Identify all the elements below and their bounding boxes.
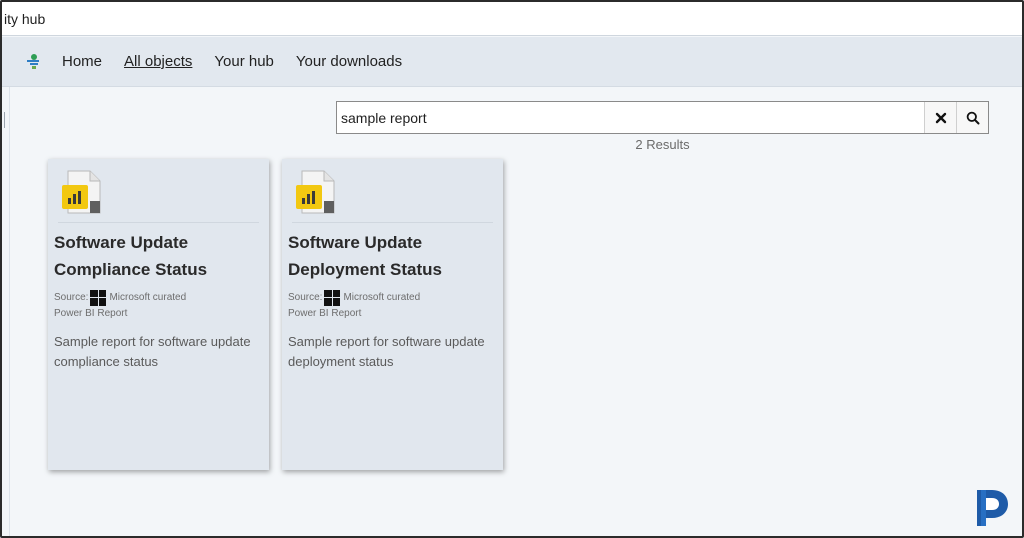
source-label: Source: [54,292,89,303]
power-bi-report-icon [60,169,104,217]
source-label: Source: [288,292,323,303]
nav-your-downloads[interactable]: Your downloads [296,53,402,70]
search-input[interactable] [337,102,924,133]
clear-icon [935,112,946,123]
microsoft-logo-icon [90,289,107,306]
search-icon [966,111,979,124]
card-source: Source: Microsoft curated [288,289,497,306]
search-box [336,101,989,134]
card-description-line: Sample report for software update [288,334,485,349]
results-count: 2 Results [635,137,690,152]
source-value: Microsoft curated [343,292,421,303]
top-nav: Home All objects Your hub Your downloads [2,37,1022,87]
report-card-deployment[interactable]: Software Update Deployment Status Source… [282,159,503,470]
card-title-line: Software Update [288,233,423,252]
app-window: ity hub Home All objects Your hub Your d… [0,0,1024,538]
source-value: Microsoft curated [109,292,187,303]
card-icon-area [292,159,493,223]
card-description-line: Sample report for software update [54,334,251,349]
search-button[interactable] [956,102,988,133]
card-source: Source: Microsoft curated [54,289,263,306]
nav-home[interactable]: Home [62,53,102,70]
card-title-line: Deployment Status [288,260,442,279]
pane-divider-mark [4,112,5,128]
card-description: Sample report for software update compli… [54,332,261,372]
card-description-line: compliance status [54,354,159,369]
card-description-line: deployment status [288,354,394,369]
nav-all-objects[interactable]: All objects [124,53,192,70]
brand-logo-icon [974,488,1010,528]
hub-logo-icon [24,53,42,71]
card-icon-area [58,159,259,223]
window-title: ity hub [4,10,46,27]
microsoft-logo-icon [324,289,341,306]
card-title[interactable]: Software Update Deployment Status [288,229,493,283]
card-title-line: Software Update [54,233,189,252]
card-description: Sample report for software update deploy… [288,332,495,372]
nav-your-hub[interactable]: Your hub [214,53,274,70]
card-type: Power BI Report [54,308,128,319]
clear-search-button[interactable] [924,102,956,133]
card-title[interactable]: Software Update Compliance Status [54,229,259,283]
left-pane-edge[interactable] [2,87,10,536]
report-card-compliance[interactable]: Software Update Compliance Status Source… [48,159,269,470]
power-bi-report-icon [294,169,338,217]
card-title-line: Compliance Status [54,260,208,279]
title-bar: ity hub [2,2,1022,36]
card-type: Power BI Report [288,308,362,319]
